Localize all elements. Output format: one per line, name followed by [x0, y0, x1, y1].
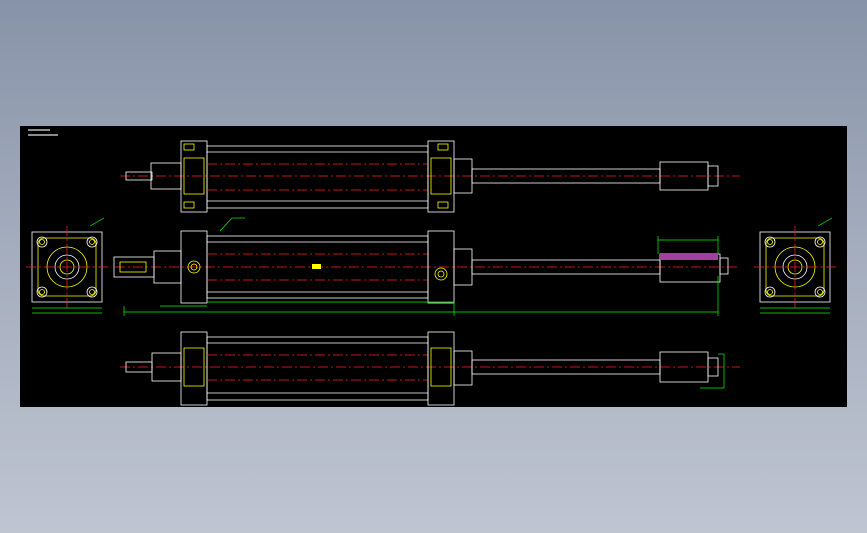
- rear-cover: [427, 331, 455, 406]
- barrel: [206, 336, 429, 401]
- rear-port-circle: [434, 267, 448, 281]
- barrel: [206, 145, 429, 209]
- front-cover: [180, 140, 208, 213]
- label-mark: [312, 264, 321, 269]
- rear-port-inner: [437, 270, 445, 278]
- drawing-sheet: [20, 126, 847, 407]
- cad-drawing: [26, 129, 836, 406]
- dimension-lines: [700, 353, 725, 389]
- front-view: [113, 217, 740, 316]
- right-end-view: [754, 217, 836, 314]
- rear-boss: [453, 350, 473, 386]
- top-view: [120, 140, 740, 213]
- front-cover: [180, 331, 208, 406]
- clevis-hatch: [660, 254, 718, 260]
- title-block: [28, 129, 58, 136]
- title-text-mark: [28, 129, 50, 131]
- subtitle-text-mark: [28, 134, 58, 136]
- left-end-view: [26, 217, 108, 314]
- clevis-tip: [719, 257, 729, 275]
- rear-cover: [427, 140, 455, 213]
- bottom-view: [120, 331, 740, 406]
